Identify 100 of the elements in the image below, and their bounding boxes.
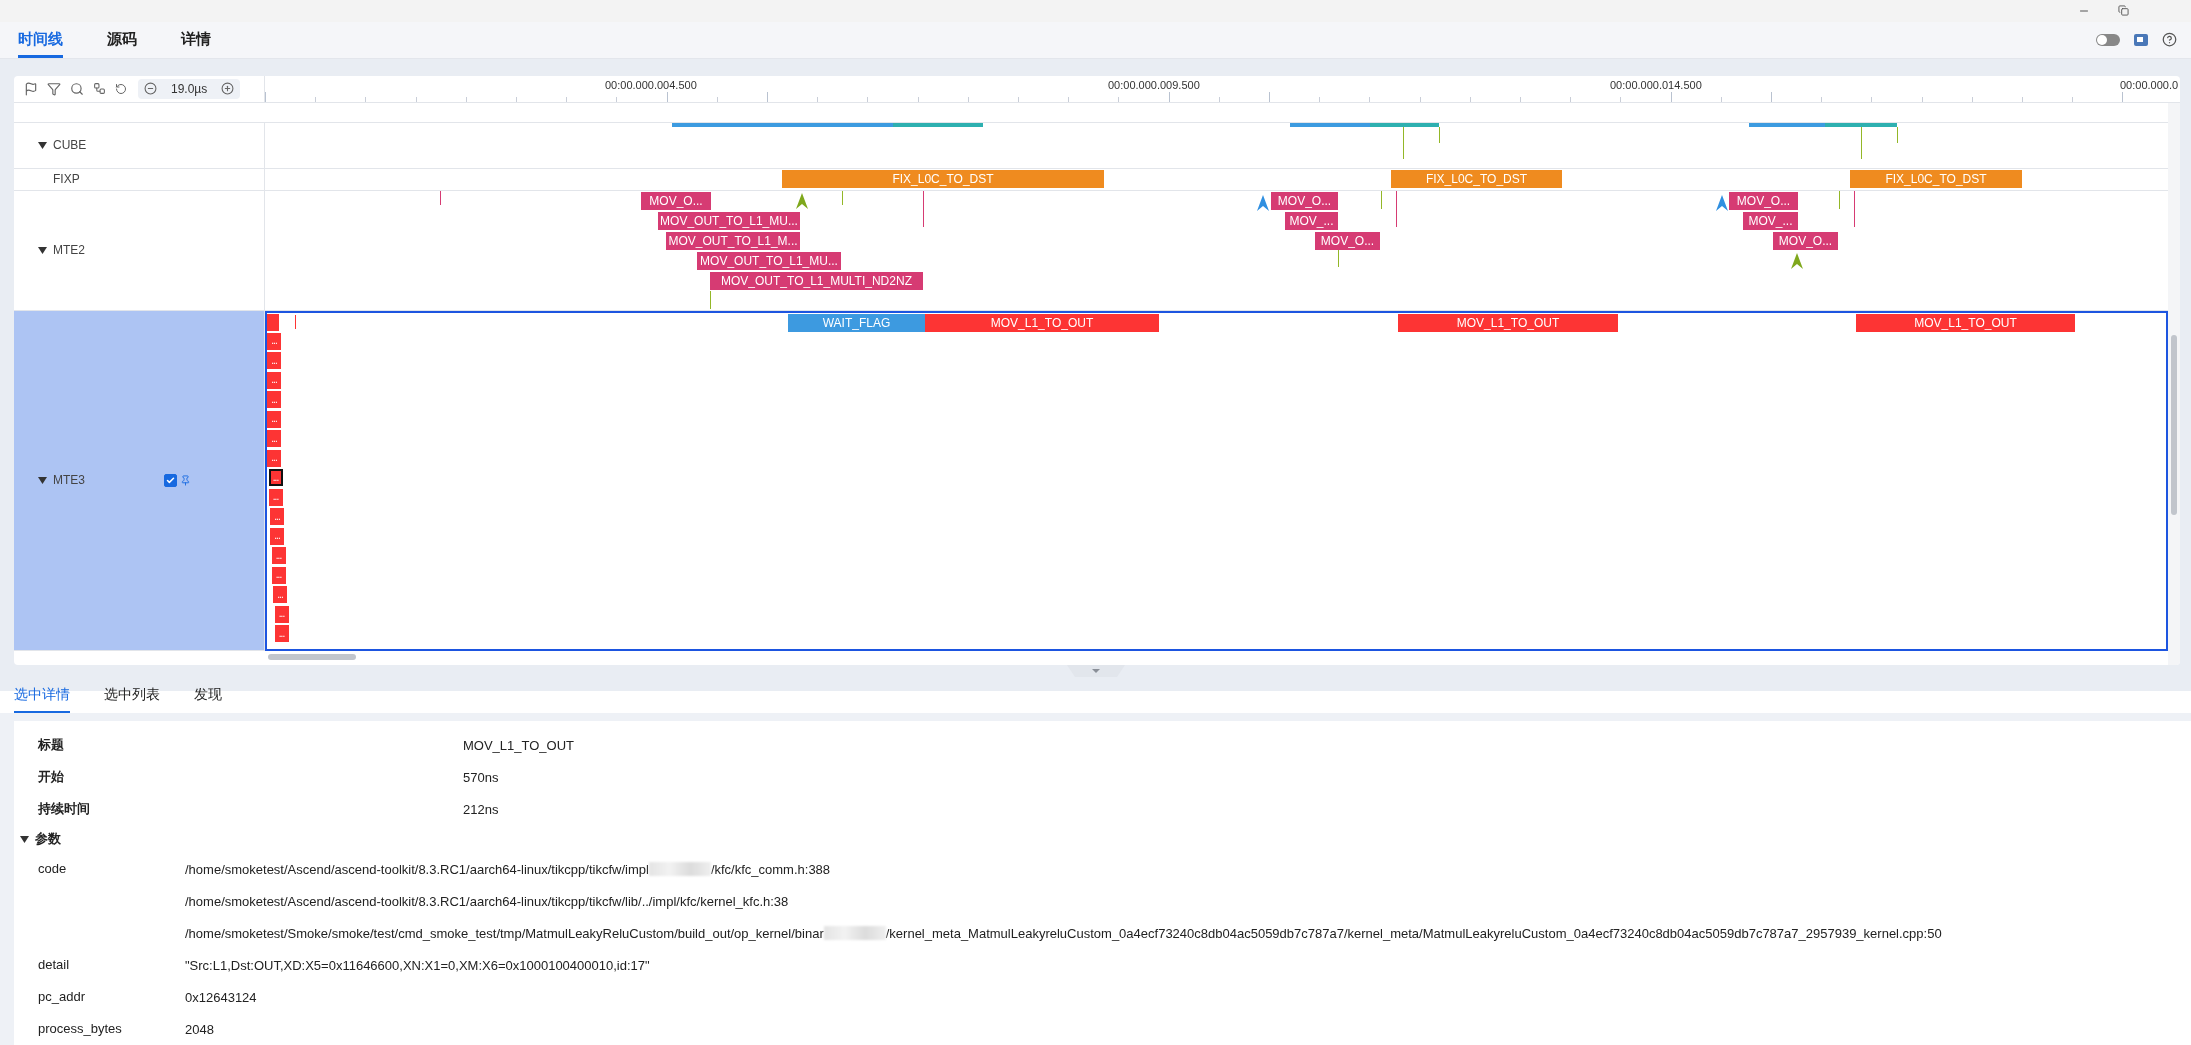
event-bar[interactable]: MOV_O...: [1271, 191, 1338, 210]
restore-icon[interactable]: [2118, 5, 2129, 17]
event-bar[interactable]: MOV_OUT_TO_L1_M...: [666, 231, 800, 250]
caret-icon[interactable]: [38, 476, 47, 484]
event-bar[interactable]: ...: [267, 410, 281, 428]
field-value: 212ns: [463, 801, 500, 817]
event-bar[interactable]: ...: [267, 371, 281, 389]
details-tab[interactable]: 发现: [194, 679, 222, 713]
caret-icon[interactable]: [38, 141, 47, 149]
param-value: /home/smoketest/Ascend/ascend-toolkit/8.3.RC1/aarch64-linux/tikcpp/tikcfw/impl: [185, 861, 649, 877]
lane-name: CUBE: [53, 138, 87, 153]
event-bar[interactable]: ...: [267, 449, 281, 467]
horizontal-scrollbar[interactable]: [268, 653, 356, 660]
vertical-scrollbar[interactable]: [2168, 102, 2180, 666]
time-label: 00:00.000.009.500: [1108, 78, 1200, 91]
event-tick: [1396, 190, 1397, 227]
event-tick: [923, 190, 924, 227]
lane-header[interactable]: MTE3: [14, 310, 265, 651]
event-bar[interactable]: ...: [274, 625, 289, 643]
param-value: /kfc/kfc_comm.h:388: [710, 861, 831, 877]
view-tab[interactable]: 时间线: [18, 21, 63, 58]
details-tab[interactable]: 选中列表: [104, 679, 160, 713]
field-label: 开始: [38, 768, 65, 786]
event-bar[interactable]: MOV_O...: [1315, 231, 1380, 250]
lane-header[interactable]: FIXP: [14, 168, 265, 191]
lane-name: MTE3: [53, 473, 85, 488]
event-bar[interactable]: ...: [270, 508, 284, 526]
view-tab[interactable]: 源码: [107, 21, 137, 58]
time-label: 00:00.000.014.500: [1610, 78, 1702, 91]
event-bar[interactable]: MOV_OUT_TO_L1_MU...: [658, 211, 800, 230]
window-icon[interactable]: [2134, 32, 2148, 47]
param-value: /home/smoketest/Smoke/smoke/test/cmd_smoke_test/tmp/MatmulLeakyReluCustom/build_out/op_kernel/binar: [185, 925, 824, 941]
view-tab[interactable]: 详情: [181, 21, 211, 58]
event-bar[interactable]: ...: [268, 488, 283, 506]
event-bar[interactable]: ...: [268, 469, 283, 487]
details-tab[interactable]: 选中详情: [14, 679, 70, 713]
param-value: 0x12643124: [185, 989, 257, 1005]
event-bar[interactable]: ...: [267, 430, 281, 448]
event-bar[interactable]: ...: [273, 586, 287, 604]
event-bar[interactable]: ...: [267, 332, 281, 350]
search-icon[interactable]: [70, 81, 84, 96]
caret-icon[interactable]: [20, 835, 29, 843]
param-value: "Src:L1,Dst:OUT,XD:X5=0x11646600,XN:X1=0,XM:X6=0x1000100400010,id:17": [185, 957, 650, 973]
event-bar[interactable]: MOV_OUT_TO_L1_MULTI_ND2NZ: [710, 271, 923, 290]
zoom-value: 19.0µs: [171, 81, 208, 96]
event-bar[interactable]: MOV_L1_TO_OUT: [1856, 313, 2075, 332]
event-bar[interactable]: MOV_L1_TO_OUT: [925, 313, 1159, 332]
event-bar[interactable]: WAIT_FLAG: [788, 313, 925, 332]
section-title: 参数: [35, 830, 61, 848]
filter-icon[interactable]: [47, 81, 61, 96]
event-bar[interactable]: MOV_OUT_TO_L1_MU...: [697, 251, 841, 270]
blurred-text: [648, 862, 711, 876]
param-value: /kernel_meta_MatmulLeakyreluCustom_0a4ecf73240c8db04ac5059db7c787a7/kernel_meta/MatmulLeakyreluCustom_0a4ecf73240c8db04ac5059db7c787a7_2957939_kernel.cpp:50: [885, 925, 1942, 941]
event-bar[interactable]: ...: [271, 566, 286, 584]
reset-icon[interactable]: [115, 82, 127, 95]
event-bar[interactable]: MOV_...: [1743, 211, 1798, 230]
event-bar[interactable]: MOV_L1_TO_OUT: [1398, 313, 1618, 332]
param-label: pc_addr: [38, 988, 86, 1006]
theme-toggle[interactable]: [2096, 33, 2120, 46]
lane-name: FIXP: [53, 172, 80, 187]
event-bar[interactable]: FIX_L0C_TO_DST: [1391, 169, 1562, 188]
connection-icon[interactable]: [93, 82, 106, 96]
lane-checkbox[interactable]: [164, 473, 177, 487]
event-bar[interactable]: FIX_L0C_TO_DST: [1850, 169, 2022, 188]
param-label: process_bytes: [38, 1020, 123, 1038]
zoom-in-icon[interactable]: [221, 82, 235, 96]
field-label: 持续时间: [38, 800, 91, 818]
event-tick: [842, 190, 843, 205]
event-bar[interactable]: ...: [270, 527, 284, 545]
field-value: MOV_L1_TO_OUT: [463, 737, 576, 753]
event-bar[interactable]: ...: [267, 391, 281, 409]
caret-icon[interactable]: [38, 246, 47, 254]
event-tick: [1381, 190, 1382, 209]
field-value: 570ns: [463, 769, 500, 785]
marker-arrow-icon: [1716, 194, 1728, 211]
marker-arrow-icon: [1257, 194, 1269, 211]
blurred-text: [823, 926, 886, 940]
lane-header[interactable]: MTE2: [14, 190, 265, 311]
event-bar[interactable]: MOV_O...: [1773, 231, 1838, 250]
event-bar[interactable]: FIX_L0C_TO_DST: [782, 169, 1104, 188]
event-tick: [440, 190, 441, 205]
event-bar[interactable]: ...: [274, 605, 289, 623]
help-icon[interactable]: [2162, 32, 2177, 48]
param-value: /home/smoketest/Ascend/ascend-toolkit/8.3.RC1/aarch64-linux/tikcpp/tikcfw/lib/../impl/kfc/kernel_kfc.h:38: [185, 893, 789, 909]
event-bar[interactable]: ...: [271, 547, 286, 565]
lane-header[interactable]: CUBE: [14, 122, 265, 169]
event-bar[interactable]: ...: [267, 352, 281, 370]
marker-arrow-icon: [1791, 252, 1803, 269]
event-tick: [710, 290, 711, 309]
time-label: 00:00.000.004.500: [605, 78, 697, 91]
event-bar[interactable]: MOV_O...: [641, 191, 711, 210]
event-tick: [1854, 190, 1855, 227]
flag-icon[interactable]: [24, 81, 38, 96]
event-bar[interactable]: [267, 313, 279, 331]
event-bar[interactable]: MOV_O...: [1729, 191, 1798, 210]
zoom-out-icon[interactable]: [144, 82, 157, 96]
lane-name: MTE2: [53, 243, 85, 258]
collapse-handle-icon[interactable]: [1066, 665, 1125, 678]
param-label: detail: [38, 956, 71, 974]
event-bar[interactable]: MOV_...: [1285, 211, 1338, 230]
